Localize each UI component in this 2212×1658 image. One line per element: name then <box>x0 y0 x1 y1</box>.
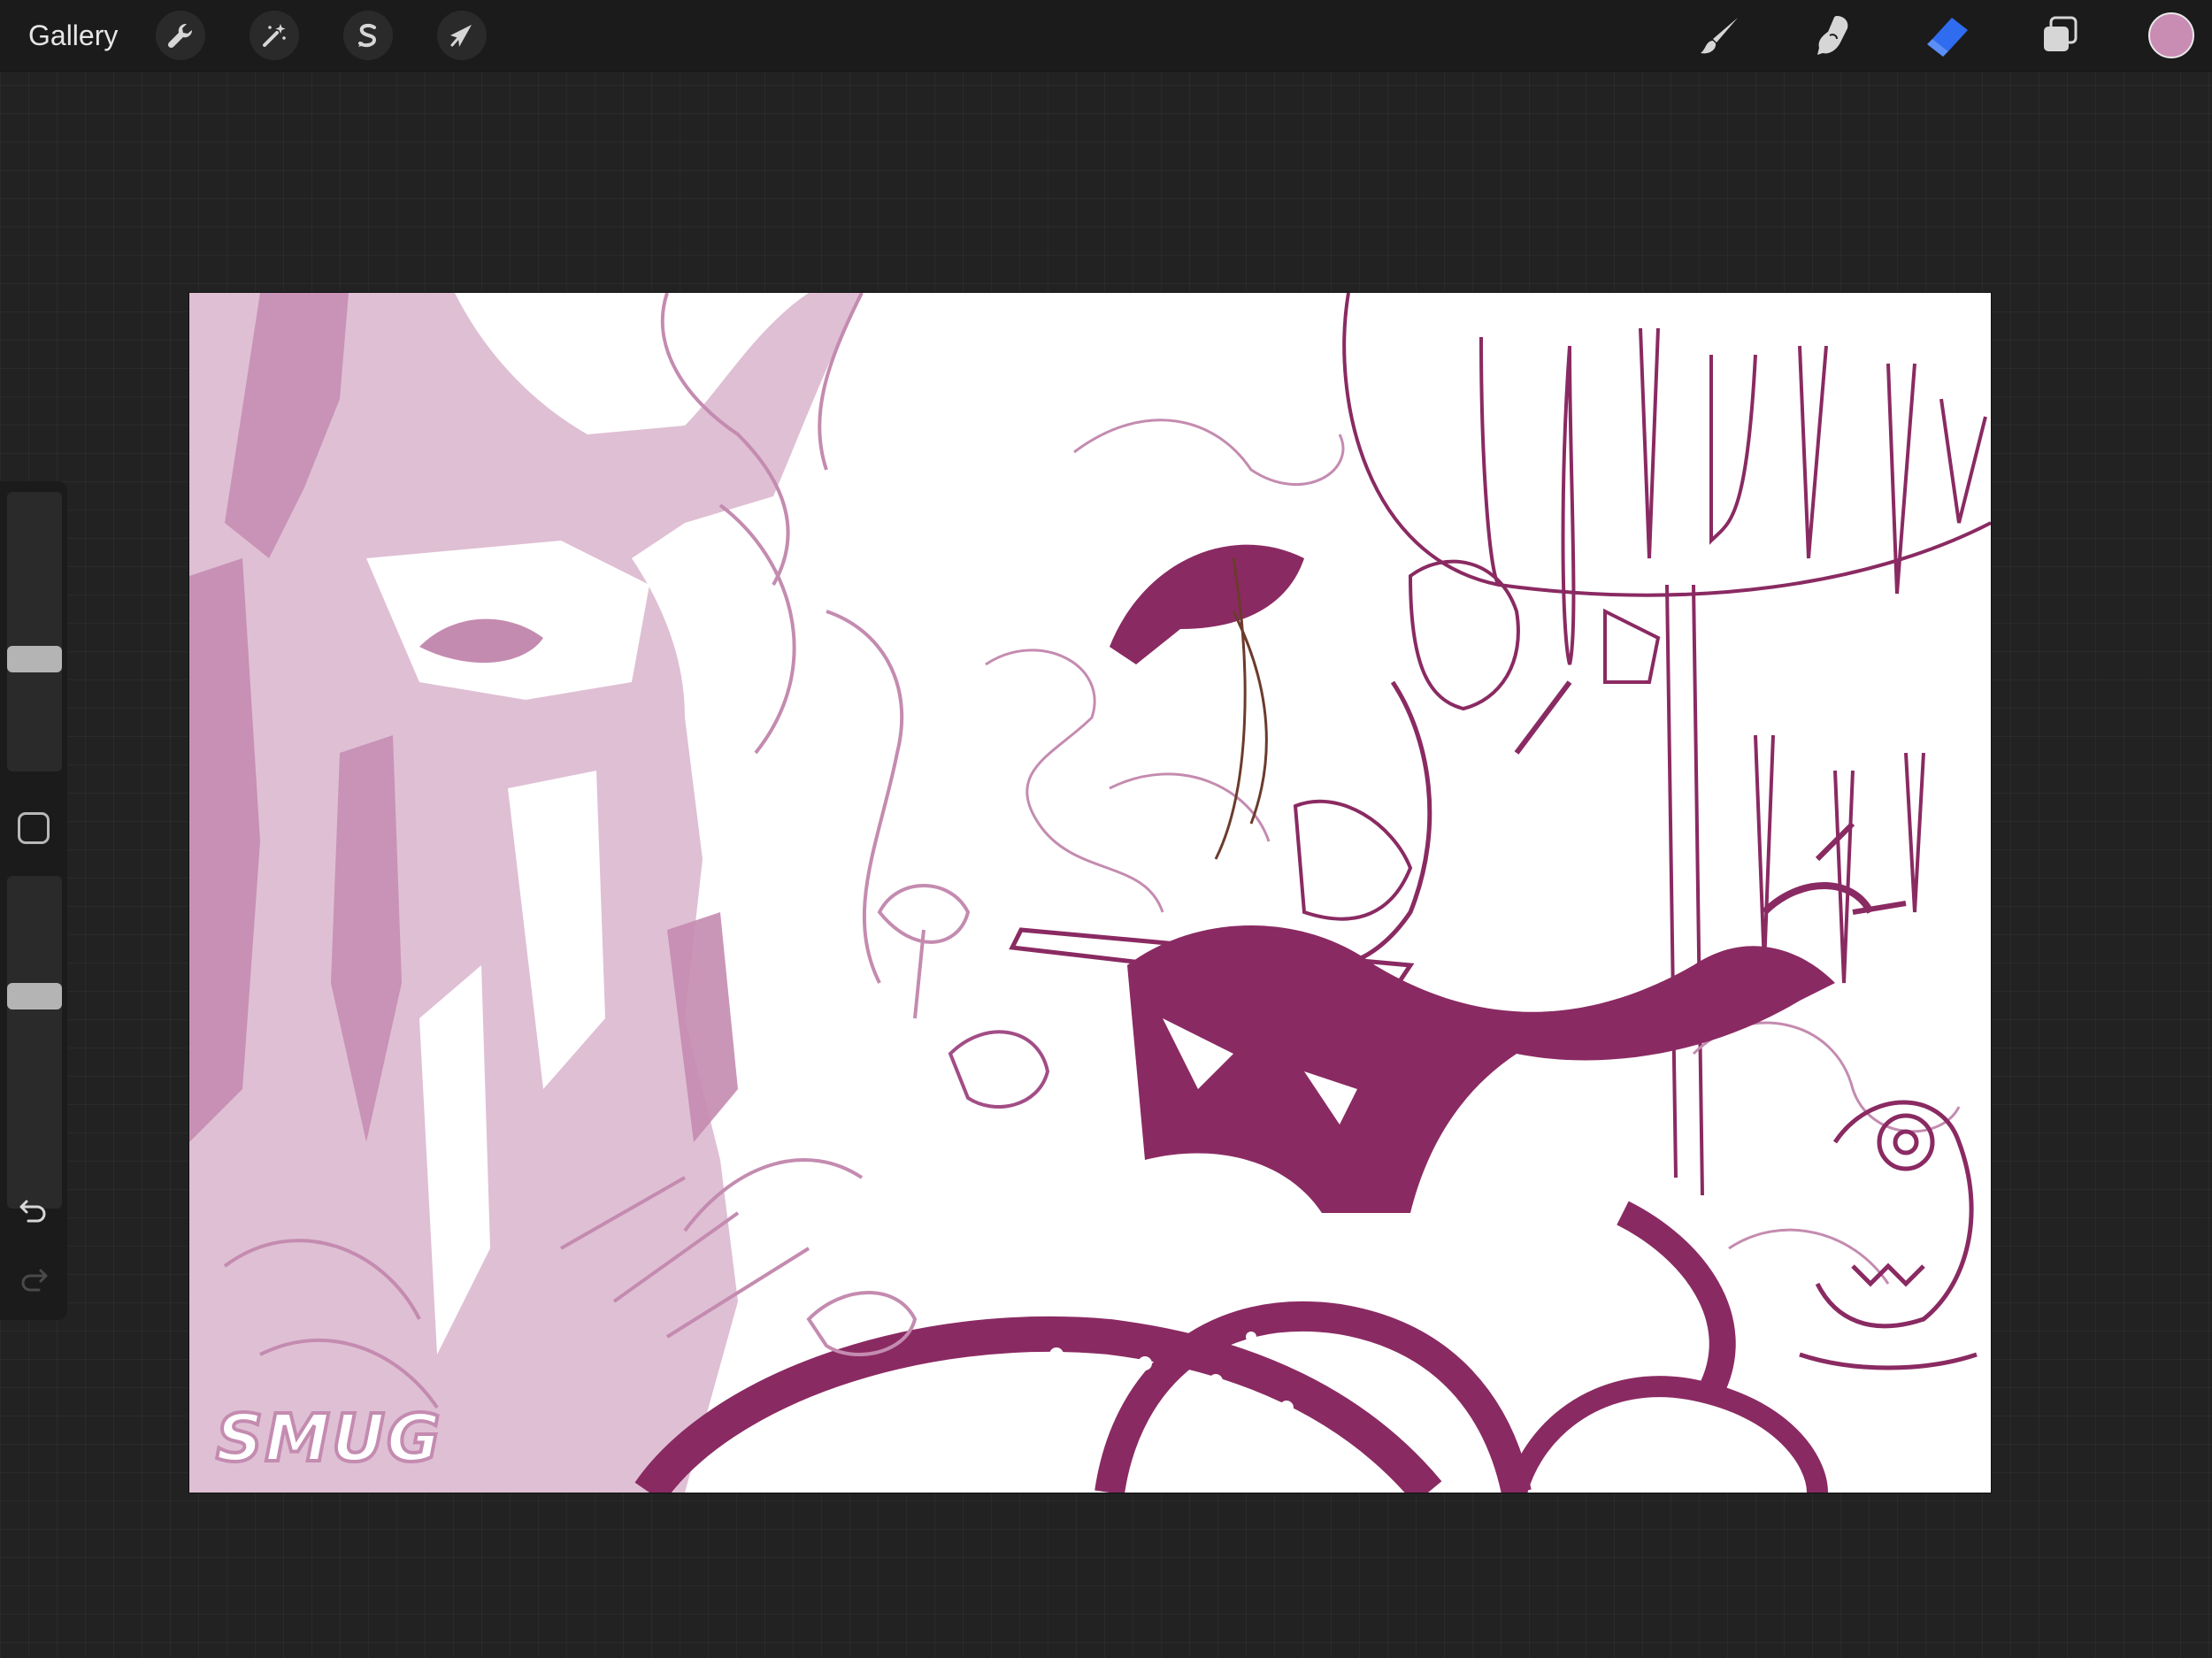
tree-trunk-drawing <box>189 293 862 1493</box>
arrow-cursor-icon <box>450 25 472 47</box>
creature-drawing <box>1127 821 1907 1213</box>
left-sidebar <box>0 481 67 1320</box>
actions-button[interactable] <box>156 11 205 60</box>
redo-button[interactable] <box>14 1260 53 1299</box>
square-modify-icon[interactable] <box>18 812 50 844</box>
undo-icon <box>19 1200 46 1223</box>
hooded-character-drawing <box>1009 544 1661 994</box>
drawing-canvas[interactable]: SMUG <box>189 293 1991 1493</box>
opacity-slider[interactable] <box>7 876 62 1209</box>
top-toolbar: Gallery <box>0 0 2212 72</box>
brush-icon <box>1701 18 1738 54</box>
transform-button[interactable] <box>437 11 487 60</box>
artwork-illustration: SMUG <box>189 293 1991 1493</box>
adjustments-button[interactable] <box>250 11 299 60</box>
selection-s-icon <box>358 23 377 48</box>
redo-icon <box>21 1269 48 1292</box>
smug-logo: SMUG <box>214 1399 442 1478</box>
selection-button[interactable] <box>343 11 393 60</box>
eraser-icon <box>1927 18 1968 57</box>
brush-tool-button[interactable] <box>1694 11 1747 60</box>
tentacles-drawing <box>634 1201 1828 1493</box>
smudge-finger-icon <box>1817 16 1848 55</box>
smudge-tool-button[interactable] <box>1807 11 1860 60</box>
eraser-tool-button[interactable] <box>1920 11 1973 60</box>
smoke-trail-drawing <box>985 418 1961 1285</box>
brush-size-slider[interactable] <box>7 492 62 771</box>
color-swatch[interactable] <box>2148 12 2194 58</box>
magic-wand-icon <box>263 24 286 47</box>
layers-icon <box>2044 16 2078 51</box>
undo-button[interactable] <box>14 1191 53 1230</box>
gallery-button[interactable]: Gallery <box>28 16 118 55</box>
brush-size-slider-thumb[interactable] <box>7 646 62 673</box>
svg-text:SMUG: SMUG <box>216 1401 442 1477</box>
wrench-icon <box>167 23 193 49</box>
layers-button[interactable] <box>2033 11 2086 60</box>
opacity-slider-thumb[interactable] <box>7 983 62 1010</box>
